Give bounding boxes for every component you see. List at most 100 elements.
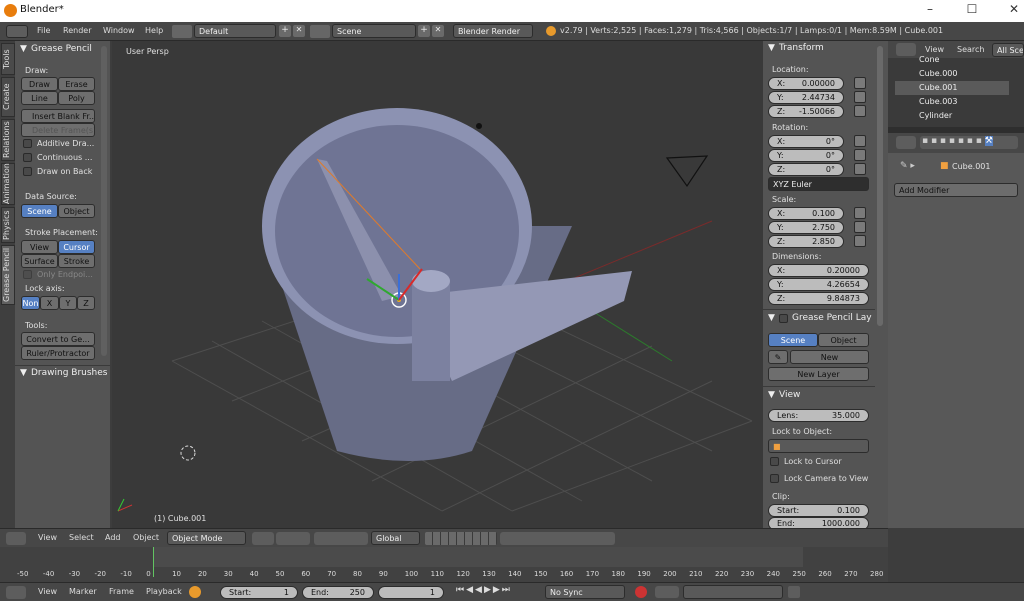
draw-button[interactable]: Draw: [21, 77, 58, 91]
object-mode-select[interactable]: Object Mode: [167, 531, 246, 545]
insert-keyframe-icon[interactable]: [788, 586, 800, 598]
remove-layout-icon[interactable]: ✕: [293, 25, 305, 37]
sync-mode-select[interactable]: No Sync: [545, 585, 625, 599]
add-scene-icon[interactable]: +: [418, 25, 430, 37]
scale-y-field[interactable]: Y: 2.750: [768, 221, 844, 234]
tab-physics[interactable]: Physics: [1, 207, 15, 243]
lock-rotation-x-icon[interactable]: [854, 135, 866, 147]
lock-camera-checkbox[interactable]: [770, 474, 779, 483]
dimensions-y-field[interactable]: Y: 4.26654: [768, 278, 869, 291]
lock-rotation-y-icon[interactable]: [854, 149, 866, 161]
poly-button[interactable]: Poly: [58, 91, 95, 105]
placement-view-button[interactable]: View: [21, 240, 58, 254]
draw-on-back-checkbox[interactable]: [23, 167, 32, 176]
3d-menu-view[interactable]: View: [38, 533, 57, 542]
auto-keying-icon[interactable]: [635, 586, 647, 598]
timeline-editor-icon[interactable]: [6, 586, 26, 599]
scene-icon[interactable]: [310, 25, 330, 38]
dimensions-z-field[interactable]: Z: 9.84873: [768, 292, 869, 305]
delete-frame-button[interactable]: Delete Frame(s): [21, 123, 95, 137]
maximize-button[interactable]: ☐: [952, 2, 992, 20]
transform-orientation-select[interactable]: Global: [371, 531, 420, 545]
3d-menu-add[interactable]: Add: [105, 533, 121, 542]
erase-button[interactable]: Erase: [58, 77, 95, 91]
rotation-z-field[interactable]: Z: 0°: [768, 163, 844, 176]
drawing-brushes-collapse-icon[interactable]: ▼: [20, 368, 27, 378]
snap-and-render-icons[interactable]: [500, 532, 615, 545]
timeline-menu-playback[interactable]: Playback: [146, 587, 182, 596]
lock-axis-none-button[interactable]: Non: [21, 296, 40, 310]
data-source-object-button[interactable]: Object: [58, 204, 95, 218]
lock-location-x-icon[interactable]: [854, 77, 866, 89]
menu-file[interactable]: File: [37, 26, 50, 35]
collapse-icon[interactable]: ▼: [20, 44, 27, 54]
gp-layers-object-button[interactable]: Object: [818, 333, 869, 347]
outliner-item-cone[interactable]: Cone: [895, 53, 1009, 67]
gp-new-layer-button[interactable]: New Layer: [768, 367, 869, 381]
gp-brush-icon[interactable]: ✎: [768, 350, 788, 364]
outliner-item-cube-003[interactable]: Cube.003: [895, 95, 1009, 109]
start-frame-field[interactable]: Start: 1: [220, 586, 298, 599]
scale-z-field[interactable]: Z: 2.850: [768, 235, 844, 248]
outliner-item-cube-001[interactable]: Cube.001: [895, 81, 1009, 95]
tab-grease-pencil[interactable]: Grease Pencil: [1, 245, 15, 305]
clip-start-field[interactable]: Start: 0.100: [768, 504, 869, 517]
playback-controls[interactable]: ⏮◀◀▶▶⏭: [456, 585, 540, 599]
layout-select[interactable]: Default: [194, 24, 276, 38]
timeline-menu-marker[interactable]: Marker: [69, 587, 97, 596]
remove-scene-icon[interactable]: ✕: [432, 25, 444, 37]
modifier-wrench-icon[interactable]: ⚒: [984, 136, 993, 146]
continuous-checkbox[interactable]: [23, 153, 32, 162]
close-button[interactable]: ✕: [994, 2, 1024, 20]
tab-animation[interactable]: Animation: [1, 163, 15, 205]
viewport-shading-icon[interactable]: [252, 532, 274, 545]
placement-stroke-button[interactable]: Stroke: [58, 254, 95, 268]
editor-type-icon[interactable]: [6, 25, 28, 38]
add-modifier-select[interactable]: Add Modifier: [894, 183, 1018, 197]
scale-x-field[interactable]: X: 0.100: [768, 207, 844, 220]
gp-new-button[interactable]: New: [790, 350, 869, 364]
add-layout-icon[interactable]: +: [279, 25, 291, 37]
gp-layers-collapse-icon[interactable]: ▼: [768, 313, 775, 323]
pin-icon[interactable]: ✎ ▸: [900, 161, 915, 171]
rotation-x-field[interactable]: X: 0°: [768, 135, 844, 148]
dimensions-x-field[interactable]: X: 0.20000: [768, 264, 869, 277]
lock-to-cursor-checkbox[interactable]: [770, 457, 779, 466]
view-collapse-icon[interactable]: ▼: [768, 390, 775, 400]
gp-layers-scene-button[interactable]: Scene: [768, 333, 818, 347]
location-z-field[interactable]: Z: -1.50066: [768, 105, 844, 118]
current-frame-field[interactable]: 1: [378, 586, 444, 599]
timeline[interactable]: [0, 547, 888, 582]
keying-set-icon[interactable]: [655, 586, 679, 598]
lock-object-field[interactable]: ■: [768, 439, 869, 453]
lens-field[interactable]: Lens: 35.000: [768, 409, 869, 422]
lock-axis-x-button[interactable]: X: [40, 296, 59, 310]
minimize-button[interactable]: –: [910, 2, 950, 20]
properties-editor-icon[interactable]: [896, 136, 916, 149]
menu-window[interactable]: Window: [103, 26, 135, 35]
insert-blank-frame-button[interactable]: Insert Blank Fr...: [21, 109, 95, 123]
3d-view-editor-icon[interactable]: [6, 532, 26, 545]
3d-menu-object[interactable]: Object: [133, 533, 159, 542]
lock-scale-z-icon[interactable]: [854, 235, 866, 247]
gp-layers-enable-checkbox[interactable]: [779, 314, 788, 323]
lock-scale-x-icon[interactable]: [854, 207, 866, 219]
manipulator-icons[interactable]: [314, 532, 368, 545]
preview-range-icon[interactable]: [189, 586, 201, 598]
3d-menu-select[interactable]: Select: [69, 533, 94, 542]
timeline-menu-view[interactable]: View: [38, 587, 57, 596]
placement-surface-button[interactable]: Surface: [21, 254, 58, 268]
tab-tools[interactable]: Tools: [1, 43, 15, 75]
lock-rotation-z-icon[interactable]: [854, 163, 866, 175]
layout-icon[interactable]: [172, 25, 192, 38]
lock-location-z-icon[interactable]: [854, 105, 866, 117]
data-source-scene-button[interactable]: Scene: [21, 204, 58, 218]
rotation-y-field[interactable]: Y: 0°: [768, 149, 844, 162]
lock-location-y-icon[interactable]: [854, 91, 866, 103]
ruler-protractor-button[interactable]: Ruler/Protractor: [21, 346, 95, 360]
end-frame-field[interactable]: End: 250: [302, 586, 374, 599]
active-keying-set-field[interactable]: [683, 585, 783, 599]
pivot-point-icon[interactable]: [276, 532, 310, 545]
line-button[interactable]: Line: [21, 91, 58, 105]
menu-render[interactable]: Render: [63, 26, 91, 35]
